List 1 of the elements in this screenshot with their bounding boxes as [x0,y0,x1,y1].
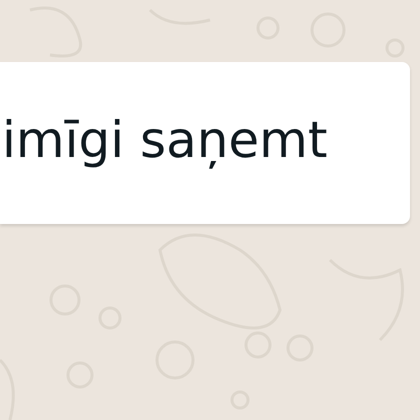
message-text: imīgi saņemt [2,110,328,170]
